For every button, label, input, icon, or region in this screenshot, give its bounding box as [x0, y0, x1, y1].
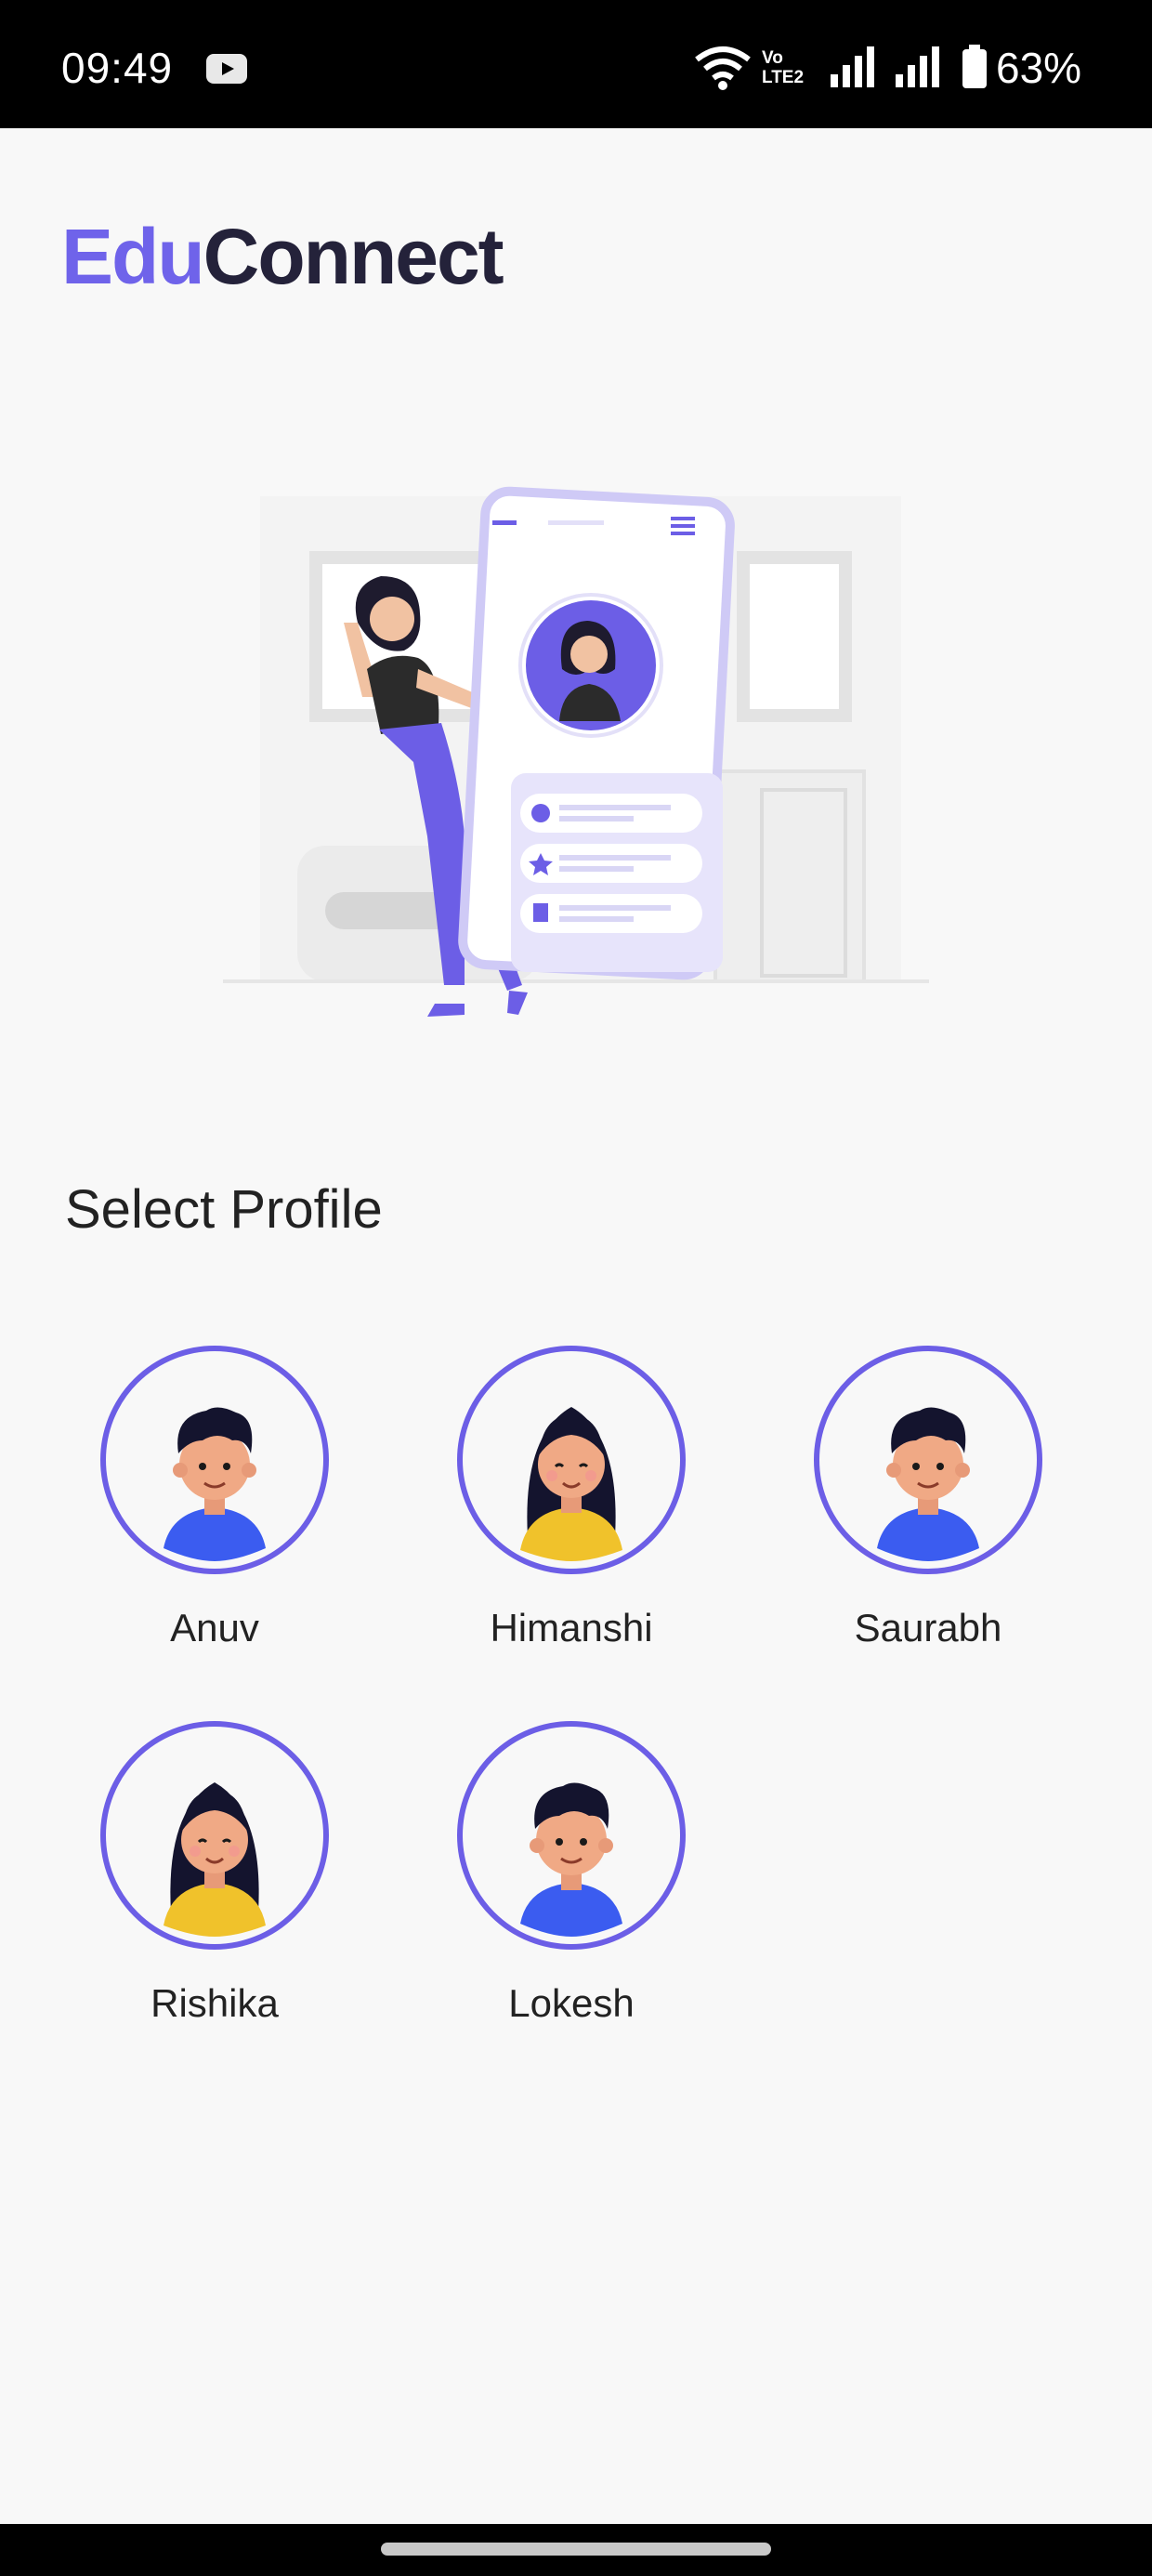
signal-strength-icon-1	[831, 46, 874, 87]
boy-avatar-icon	[164, 1407, 266, 1561]
logo-connect: Connect	[203, 213, 504, 300]
app-logo: EduConnect	[61, 212, 504, 302]
battery-percentage: 63%	[996, 44, 1082, 92]
profile-name[interactable]: Himanshi	[435, 1606, 708, 1650]
profile-card-anuv[interactable]: Anuv	[78, 1346, 329, 1662]
girl-avatar-icon	[164, 1782, 266, 1937]
logo-edu: Edu	[61, 213, 205, 300]
profile-card-himanshi[interactable]: Himanshi	[435, 1346, 686, 1662]
hero-illustration	[223, 486, 929, 1017]
gesture-navigation-bar	[0, 2524, 1152, 2576]
profile-name[interactable]: Rishika	[78, 1981, 351, 2026]
signal-strength-icon-2	[896, 46, 939, 87]
avatar[interactable]	[100, 1721, 329, 1950]
avatar[interactable]	[814, 1346, 1042, 1574]
profile-card-rishika[interactable]: Rishika	[78, 1721, 329, 2037]
wifi-icon	[695, 46, 751, 90]
profile-name[interactable]: Saurabh	[792, 1606, 1065, 1650]
boy-avatar-icon	[877, 1407, 979, 1561]
avatar[interactable]	[457, 1721, 686, 1950]
profile-card-lokesh[interactable]: Lokesh	[435, 1721, 686, 2037]
profile-name[interactable]: Anuv	[78, 1606, 351, 1650]
youtube-notification-icon	[206, 54, 247, 84]
status-time: 09:49	[61, 44, 174, 92]
select-profile-title: Select Profile	[65, 1179, 383, 1240]
home-gesture-handle[interactable]	[381, 2543, 771, 2556]
status-bar: 09:49 Vo LTE2 63%	[0, 0, 1152, 128]
profile-card-saurabh[interactable]: Saurabh	[792, 1346, 1042, 1662]
avatar[interactable]	[100, 1346, 329, 1574]
network-type-label: Vo LTE2	[762, 48, 805, 87]
battery-icon	[962, 45, 987, 88]
girl-avatar-icon	[520, 1407, 622, 1561]
profile-name[interactable]: Lokesh	[435, 1981, 708, 2026]
boy-avatar-icon	[520, 1782, 622, 1937]
avatar[interactable]	[457, 1346, 686, 1574]
